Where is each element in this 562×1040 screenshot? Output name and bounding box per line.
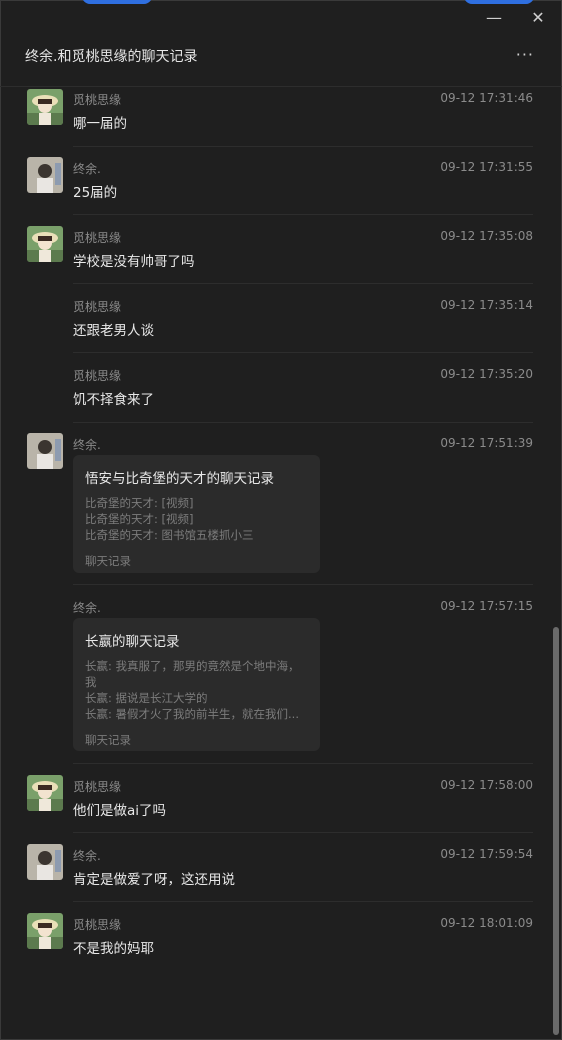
message-text[interactable]: 哪一届的 xyxy=(73,112,127,132)
sender-name: 终余. xyxy=(73,849,101,863)
page-title: 终余.和觅桃思缘的聊天记录 xyxy=(25,49,198,65)
divider xyxy=(73,763,533,764)
divider xyxy=(73,832,533,833)
message-time: 09-12 17:31:46 xyxy=(440,91,533,105)
card-title: 长嬴的聊天记录 xyxy=(85,634,180,650)
avatar[interactable] xyxy=(27,433,63,469)
card-line: 长嬴: 暑假才火了我的前半生，就在我们... xyxy=(85,707,299,721)
chat-record-card[interactable]: 悟安与比奇堡的天才的聊天记录 比奇堡的天才: [视频] 比奇堡的天才: [视频]… xyxy=(73,455,320,573)
message-time: 09-12 17:51:39 xyxy=(440,436,533,450)
title-bar: 终余.和觅桃思缘的聊天记录 — ✕ ··· xyxy=(0,0,562,87)
peach-avatar-icon xyxy=(27,226,63,262)
message-text[interactable]: 不是我的妈耶 xyxy=(73,937,154,957)
message-text[interactable]: 学校是没有帅哥了吗 xyxy=(73,250,195,270)
sender-name: 觅桃思缘 xyxy=(73,780,122,794)
message-time: 09-12 17:57:15 xyxy=(440,599,533,613)
divider xyxy=(73,901,533,902)
sender-name: 觅桃思缘 xyxy=(73,93,122,107)
chat-record-card[interactable]: 长嬴的聊天记录 长嬴: 我真服了，那男的竟然是个地中海， 我 长嬴: 据说是长江… xyxy=(73,618,320,751)
card-line: 我 xyxy=(85,675,97,689)
card-line: 比奇堡的天才: 图书馆五楼抓小三 xyxy=(85,528,254,542)
divider xyxy=(73,214,533,215)
message-time: 09-12 18:01:09 xyxy=(440,916,533,930)
message-text[interactable]: 饥不择食来了 xyxy=(73,388,154,408)
sender-name: 觅桃思缘 xyxy=(73,918,122,932)
avatar[interactable] xyxy=(27,844,63,880)
message-time: 09-12 17:31:55 xyxy=(440,160,533,174)
message-time: 09-12 17:58:00 xyxy=(440,778,533,792)
message-time: 09-12 17:35:20 xyxy=(440,367,533,381)
peach-avatar-icon xyxy=(27,775,63,811)
message-list[interactable]: 觅桃思缘 09-12 17:31:46 哪一届的 终余. 09-12 17:31… xyxy=(0,86,546,1040)
card-line: 长嬴: 据说是长江大学的 xyxy=(85,691,208,705)
sender-name: 觅桃思缘 xyxy=(73,300,122,314)
close-button[interactable]: ✕ xyxy=(528,8,548,28)
card-footer: 聊天记录 xyxy=(85,733,131,747)
card-line: 长嬴: 我真服了，那男的竟然是个地中海， xyxy=(85,659,300,673)
message-text[interactable]: 25届的 xyxy=(73,181,117,201)
divider xyxy=(73,146,533,147)
more-options-button[interactable]: ··· xyxy=(516,45,534,64)
divider xyxy=(73,283,533,284)
message-time: 09-12 17:59:54 xyxy=(440,847,533,861)
user-avatar-icon xyxy=(27,157,63,193)
avatar[interactable] xyxy=(27,226,63,262)
card-line: 比奇堡的天才: [视频] xyxy=(85,512,194,526)
divider xyxy=(73,352,533,353)
card-title: 悟安与比奇堡的天才的聊天记录 xyxy=(85,471,274,487)
sender-name: 终余. xyxy=(73,601,101,615)
avatar[interactable] xyxy=(27,89,63,125)
divider xyxy=(73,584,533,585)
message-time: 09-12 17:35:08 xyxy=(440,229,533,243)
user-avatar-icon xyxy=(27,844,63,880)
avatar[interactable] xyxy=(27,913,63,949)
minimize-button[interactable]: — xyxy=(484,8,504,28)
message-time: 09-12 17:35:14 xyxy=(440,298,533,312)
divider xyxy=(73,422,533,423)
peach-avatar-icon xyxy=(27,913,63,949)
sender-name: 觅桃思缘 xyxy=(73,231,122,245)
peach-avatar-icon xyxy=(27,89,63,125)
avatar[interactable] xyxy=(27,775,63,811)
scrollbar-thumb[interactable] xyxy=(553,627,559,1035)
message-text[interactable]: 肯定是做爱了呀，这还用说 xyxy=(73,868,235,888)
sender-name: 终余. xyxy=(73,162,101,176)
user-avatar-icon xyxy=(27,433,63,469)
card-footer: 聊天记录 xyxy=(85,554,131,568)
sender-name: 觅桃思缘 xyxy=(73,369,122,383)
avatar[interactable] xyxy=(27,157,63,193)
message-text[interactable]: 还跟老男人谈 xyxy=(73,319,154,339)
message-text[interactable]: 他们是做ai了吗 xyxy=(73,799,166,819)
card-line: 比奇堡的天才: [视频] xyxy=(85,496,194,510)
sender-name: 终余. xyxy=(73,438,101,452)
